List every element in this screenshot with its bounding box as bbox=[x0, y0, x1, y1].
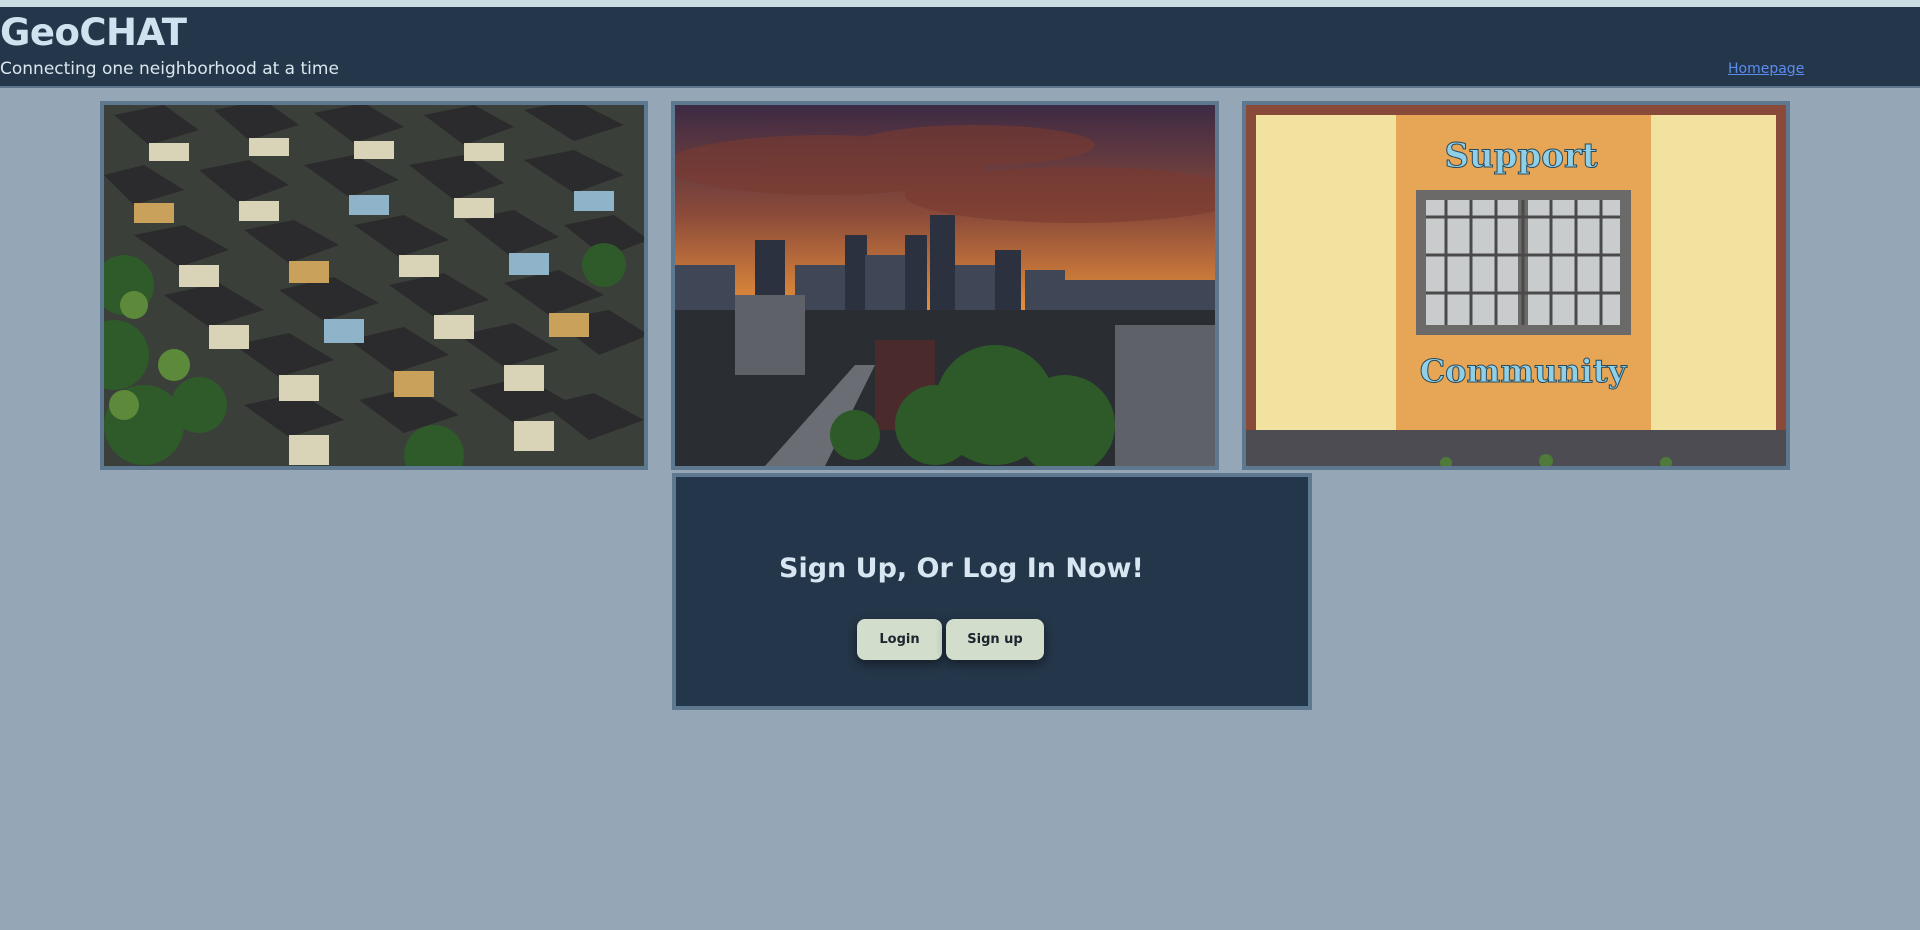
top-strip bbox=[0, 0, 1920, 7]
neighborhood-houses-image bbox=[100, 101, 648, 470]
site-tagline: Connecting one neighborhood at a time bbox=[0, 59, 339, 79]
site-title: GeoCHAT bbox=[0, 11, 187, 54]
support-community-image: Support Community bbox=[1242, 101, 1790, 470]
city-skyline-image bbox=[671, 101, 1219, 470]
signup-button[interactable]: Sign up bbox=[946, 619, 1044, 660]
sign-top-text: Support bbox=[1444, 136, 1597, 176]
site-header: GeoCHAT Connecting one neighborhood at a… bbox=[0, 7, 1920, 88]
cta-heading: Sign Up, Or Log In Now! bbox=[779, 553, 1144, 584]
homepage-link[interactable]: Homepage bbox=[1728, 61, 1804, 77]
sign-bottom-text: Community bbox=[1420, 352, 1628, 390]
login-button[interactable]: Login bbox=[857, 619, 942, 660]
signup-login-panel: Sign Up, Or Log In Now! Login Sign up bbox=[672, 473, 1312, 710]
